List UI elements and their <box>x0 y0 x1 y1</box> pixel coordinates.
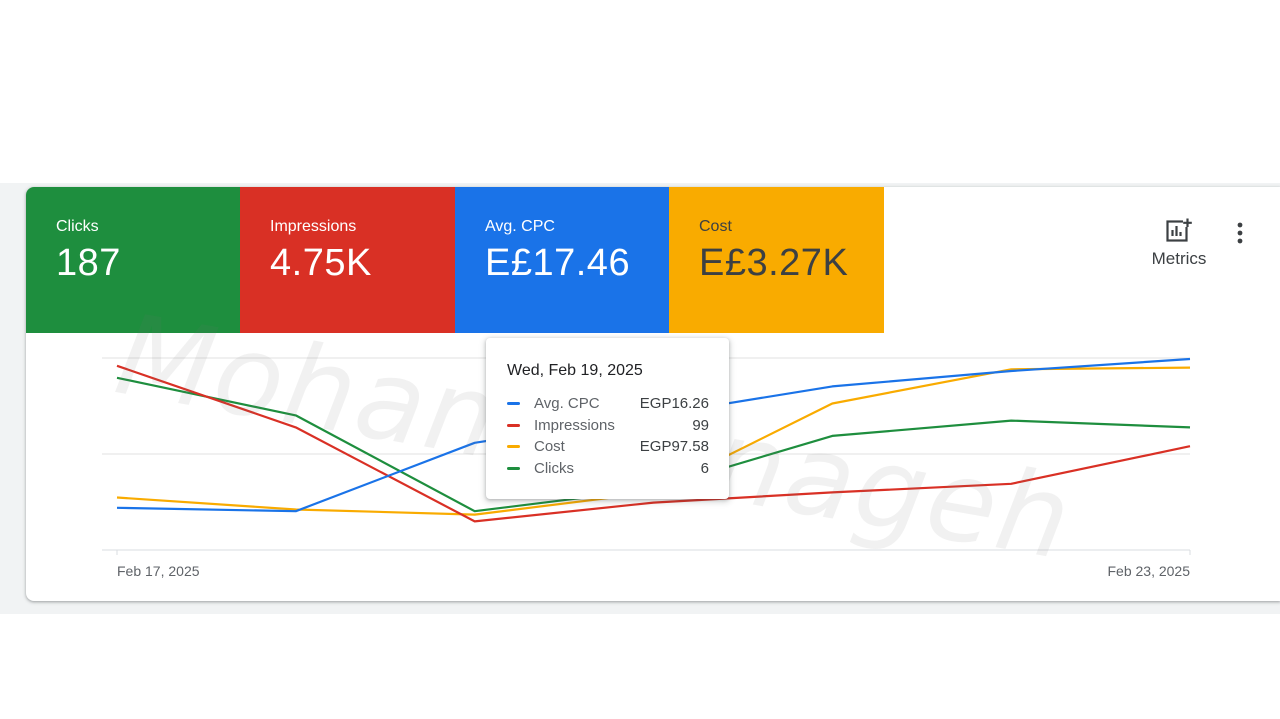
tooltip-series-value: EGP97.58 <box>639 438 709 456</box>
metric-tile-label: Cost <box>699 218 732 235</box>
metric-tile-clicks[interactable]: Clicks 187 <box>26 187 240 333</box>
metric-tile-label: Impressions <box>270 218 357 235</box>
metric-tile-label: Avg. CPC <box>485 218 555 235</box>
metric-tile-impressions[interactable]: Impressions 4.75K <box>240 187 455 333</box>
tooltip-series-name: Clicks <box>534 459 574 477</box>
tooltip-series-value: 6 <box>700 459 709 477</box>
metric-tile-value: 187 <box>56 242 121 284</box>
metric-tile-cost[interactable]: Cost E£3.27K <box>669 187 884 333</box>
more-vert-icon <box>1237 222 1243 244</box>
legend-swatch <box>507 445 520 449</box>
legend-swatch <box>507 402 520 406</box>
metric-tiles: Clicks 187 Impressions 4.75K Avg. CPC E£… <box>26 187 884 333</box>
tooltip-series-name: Impressions <box>534 416 615 434</box>
metric-tile-value: 4.75K <box>270 242 372 284</box>
metric-tile-label: Clicks <box>56 218 99 235</box>
tooltip-row-cost: Cost EGP97.58 <box>507 436 709 458</box>
x-tick-label: Feb 17, 2025 <box>117 563 200 579</box>
metrics-button[interactable]: Metrics <box>1143 217 1215 277</box>
tooltip-row-impressions: Impressions 99 <box>507 415 709 437</box>
tooltip-row-avg-cpc: Avg. CPC EGP16.26 <box>507 393 709 415</box>
tooltip-series-value: 99 <box>692 416 709 434</box>
tooltip-series-name: Avg. CPC <box>534 395 600 413</box>
more-options-button[interactable] <box>1230 220 1250 248</box>
metric-tile-avg-cpc[interactable]: Avg. CPC E£17.46 <box>455 187 669 333</box>
add-chart-icon <box>1166 218 1192 242</box>
tooltip-date: Wed, Feb 19, 2025 <box>507 362 643 379</box>
x-tick-label: Feb 23, 2025 <box>1107 563 1190 579</box>
metrics-label: Metrics <box>1151 249 1207 268</box>
metric-tile-value: E£3.27K <box>699 242 849 284</box>
tooltip-series-value: EGP16.26 <box>639 395 709 413</box>
chart-tooltip: Wed, Feb 19, 2025 Avg. CPC EGP16.26 Impr… <box>486 338 729 499</box>
legend-swatch <box>507 466 520 470</box>
metric-tile-value: E£17.46 <box>485 242 631 284</box>
tooltip-row-clicks: Clicks 6 <box>507 458 709 480</box>
legend-swatch <box>507 423 520 427</box>
tooltip-series-name: Cost <box>534 438 565 456</box>
